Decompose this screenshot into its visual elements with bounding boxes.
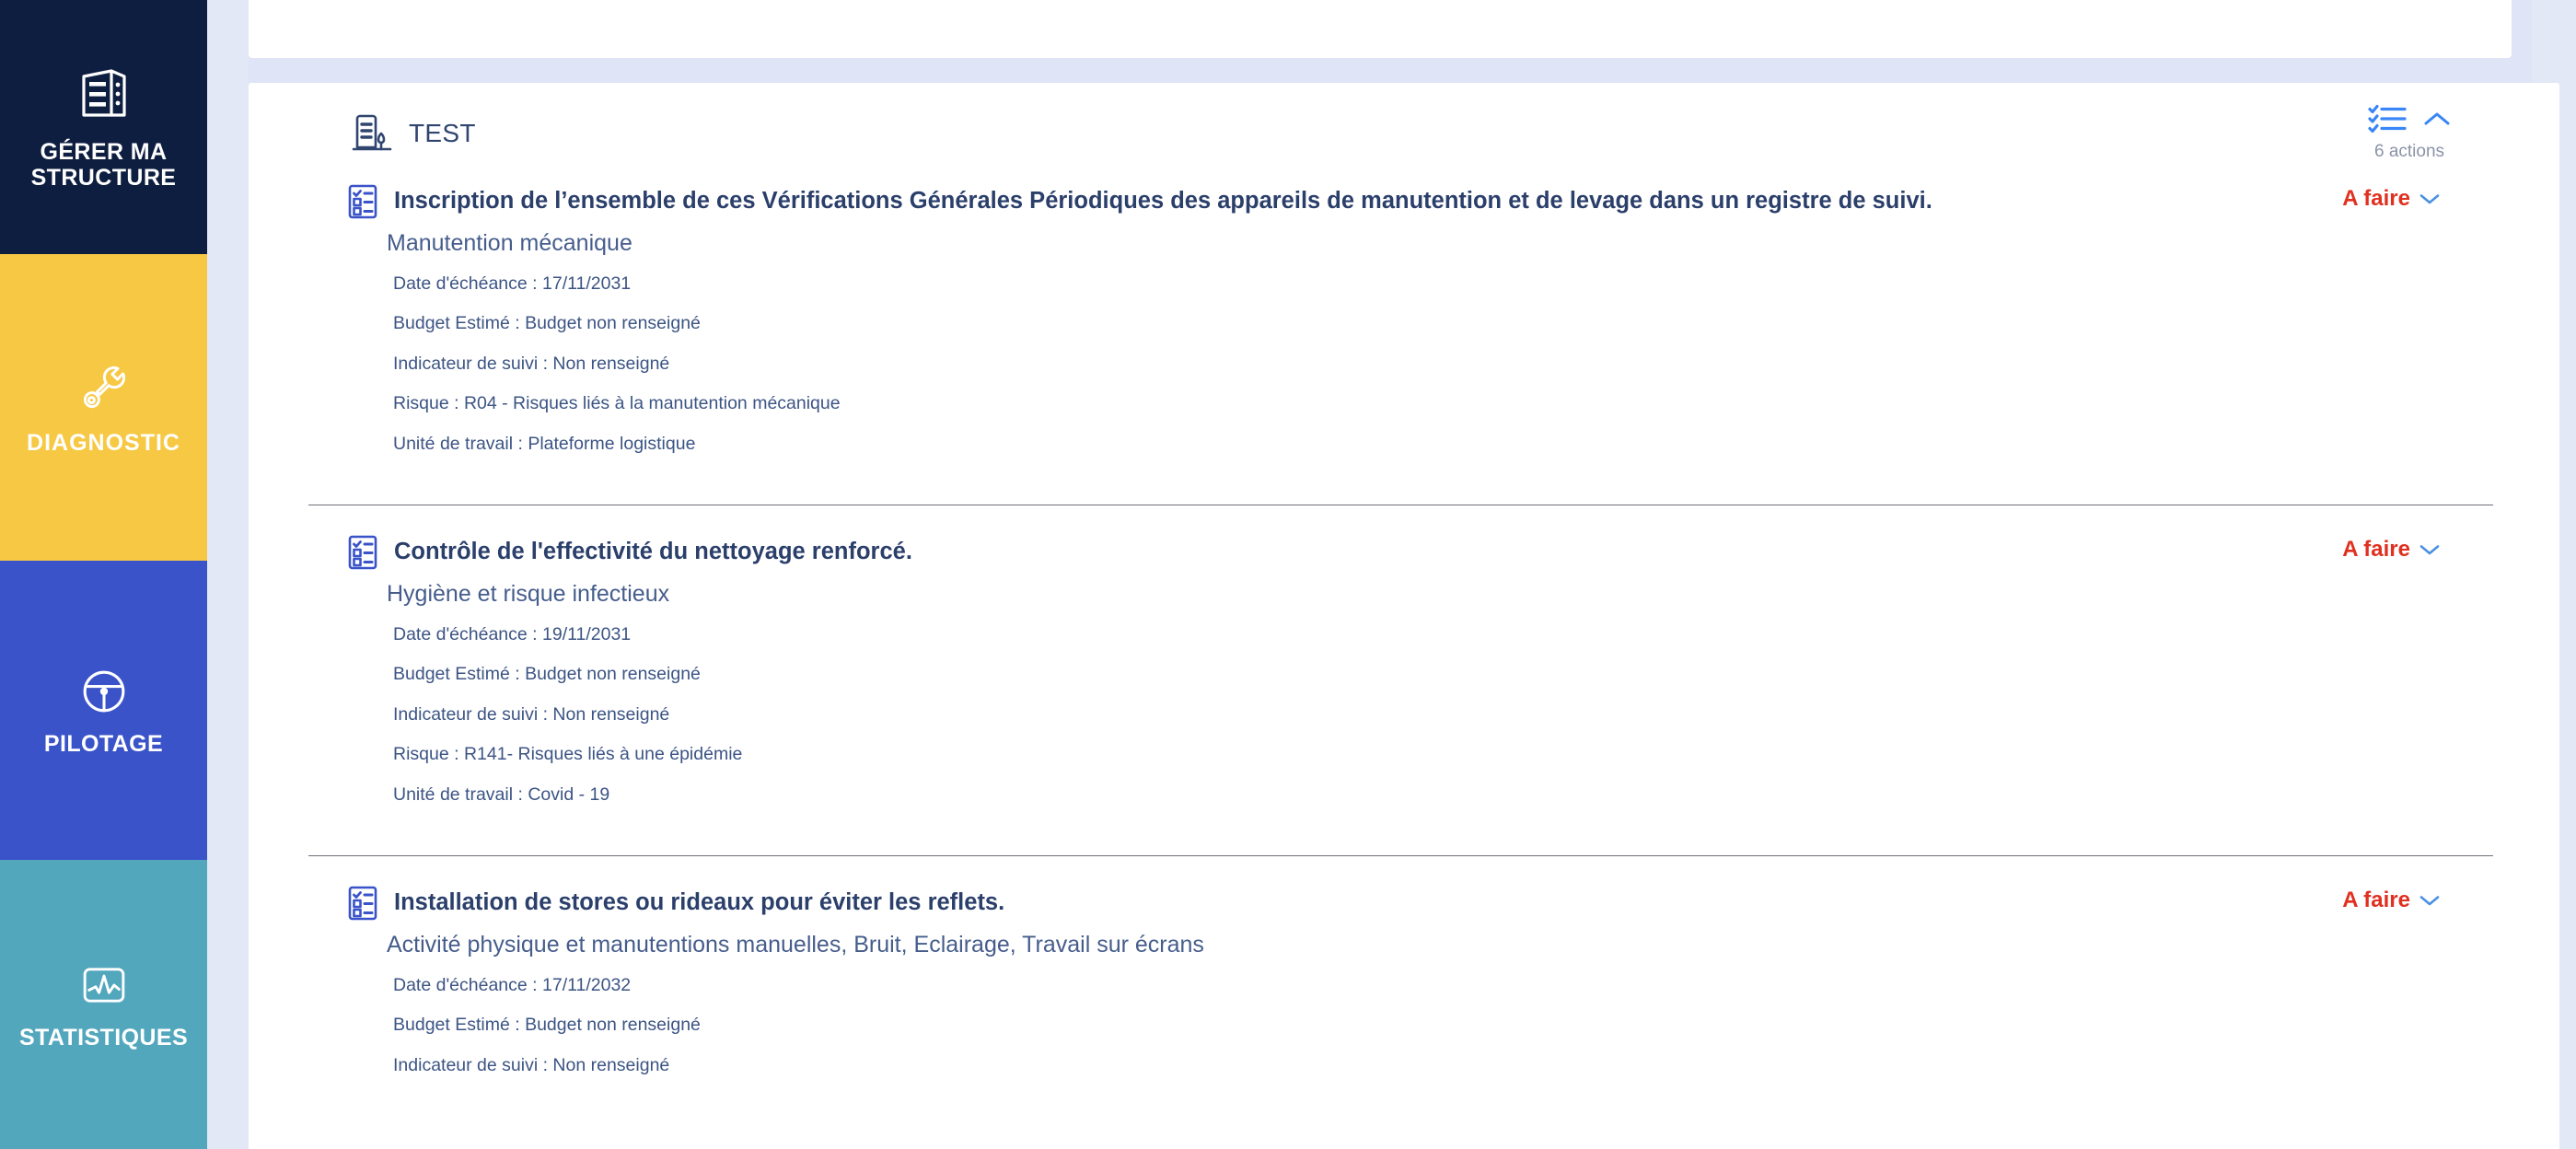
status-badge[interactable]: A faire [2342, 888, 2440, 913]
top-panel [249, 0, 2512, 58]
detail-due-date: Date d'échéance : 17/11/2032 [393, 974, 632, 995]
sidebar-item-label: DIAGNOSTIC [27, 429, 180, 456]
detail-risk: Risque : R141- Risques liés à une épidém… [393, 744, 743, 765]
sidebar-item-label: PILOTAGE [43, 730, 164, 757]
detail-due-date: Date d'échéance : 17/11/2031 [393, 273, 632, 294]
detail-work-unit: Unité de travail : Plateforme logistique [393, 433, 696, 454]
action-title[interactable]: Installation de stores ou rideaux pour é… [394, 886, 1004, 917]
action-item: Contrôle de l'effectivité du nettoyage r… [249, 535, 2559, 806]
structure-actions-card: TEST 6 actions Inscription de l’ensemble… [249, 83, 2559, 1149]
checklist-icon [2368, 103, 2407, 134]
action-title[interactable]: Inscription de l’ensemble de ces Vérific… [394, 184, 1932, 215]
status-label: A faire [2342, 536, 2410, 562]
status-label: A faire [2342, 887, 2410, 912]
detail-due-date: Date d'échéance : 19/11/2031 [393, 623, 632, 644]
sidebar-item-diagnostic[interactable]: DIAGNOSTIC [0, 254, 207, 561]
content-area: TEST 6 actions Inscription de l’ensemble… [207, 0, 2576, 1149]
page-title: TEST [409, 119, 476, 147]
sidebar-item-pilotage[interactable]: PILOTAGE [0, 561, 207, 860]
actions-summary-toggle[interactable]: 6 actions [2368, 103, 2451, 162]
chevron-down-icon[interactable] [2419, 894, 2440, 907]
wrench-icon [76, 360, 132, 415]
action-subtitle: Activité physique et manutentions manuel… [387, 931, 1204, 958]
sidebar-item-label: STATISTIQUES [18, 1025, 189, 1050]
sidebar-item-gerer-ma-structure[interactable]: GÉRER MA STRUCTURE [0, 0, 207, 254]
status-badge[interactable]: A faire [2342, 537, 2440, 563]
actions-list: Inscription de l’ensemble de ces Vérific… [249, 184, 2559, 1076]
building-tree-icon [348, 110, 396, 157]
detail-work-unit: Unité de travail : Covid - 19 [393, 783, 610, 805]
chevron-down-icon[interactable] [2419, 192, 2440, 205]
structure-heading: TEST [348, 110, 476, 157]
action-subtitle: Manutention mécanique [387, 230, 632, 256]
chart-line-icon [77, 958, 131, 1012]
sidebar-item-statistiques[interactable]: STATISTIQUES [0, 860, 207, 1149]
action-header: Inscription de l’ensemble de ces Vérific… [348, 184, 2444, 219]
detail-budget: Budget Estimé : Budget non renseigné [393, 313, 701, 334]
action-item: Installation de stores ou rideaux pour é… [249, 886, 2559, 1076]
building-icon [75, 64, 133, 122]
detail-indicator: Indicateur de suivi : Non renseigné [393, 1054, 670, 1075]
card-header: TEST 6 actions [249, 83, 2559, 184]
detail-indicator: Indicateur de suivi : Non renseigné [393, 353, 670, 374]
action-details: Date d'échéance : 17/11/2032 Budget Esti… [393, 975, 2444, 1076]
chevron-up-icon[interactable] [2423, 110, 2451, 127]
status-badge[interactable]: A faire [2342, 186, 2440, 212]
steering-wheel-icon [77, 665, 131, 718]
detail-indicator: Indicateur de suivi : Non renseigné [393, 703, 670, 725]
detail-risk: Risque : R04 - Risques liés à la manuten… [393, 393, 841, 414]
action-item: Inscription de l’ensemble de ces Vérific… [249, 184, 2559, 455]
main-sidebar: GÉRER MA STRUCTURE DIAGNOSTIC PILOTAGE S… [0, 0, 207, 1149]
action-details: Date d'échéance : 19/11/2031 Budget Esti… [393, 624, 2444, 806]
chevron-down-icon[interactable] [2419, 543, 2440, 556]
checklist-item-icon [348, 886, 377, 921]
status-label: A faire [2342, 186, 2410, 211]
detail-budget: Budget Estimé : Budget non renseigné [393, 664, 701, 685]
action-title[interactable]: Contrôle de l'effectivité du nettoyage r… [394, 535, 912, 566]
sidebar-item-label: GÉRER MA STRUCTURE [30, 139, 177, 191]
action-subtitle: Hygiène et risque infectieux [387, 580, 670, 607]
checklist-item-icon [348, 535, 377, 570]
action-header: Installation de stores ou rideaux pour é… [348, 886, 2444, 921]
detail-budget: Budget Estimé : Budget non renseigné [393, 1015, 701, 1036]
checklist-item-icon [348, 184, 377, 219]
action-details: Date d'échéance : 17/11/2031 Budget Esti… [393, 273, 2444, 455]
app-root: GÉRER MA STRUCTURE DIAGNOSTIC PILOTAGE S… [0, 0, 2576, 1149]
action-header: Contrôle de l'effectivité du nettoyage r… [348, 535, 2444, 570]
actions-count-label: 6 actions [2373, 142, 2445, 161]
